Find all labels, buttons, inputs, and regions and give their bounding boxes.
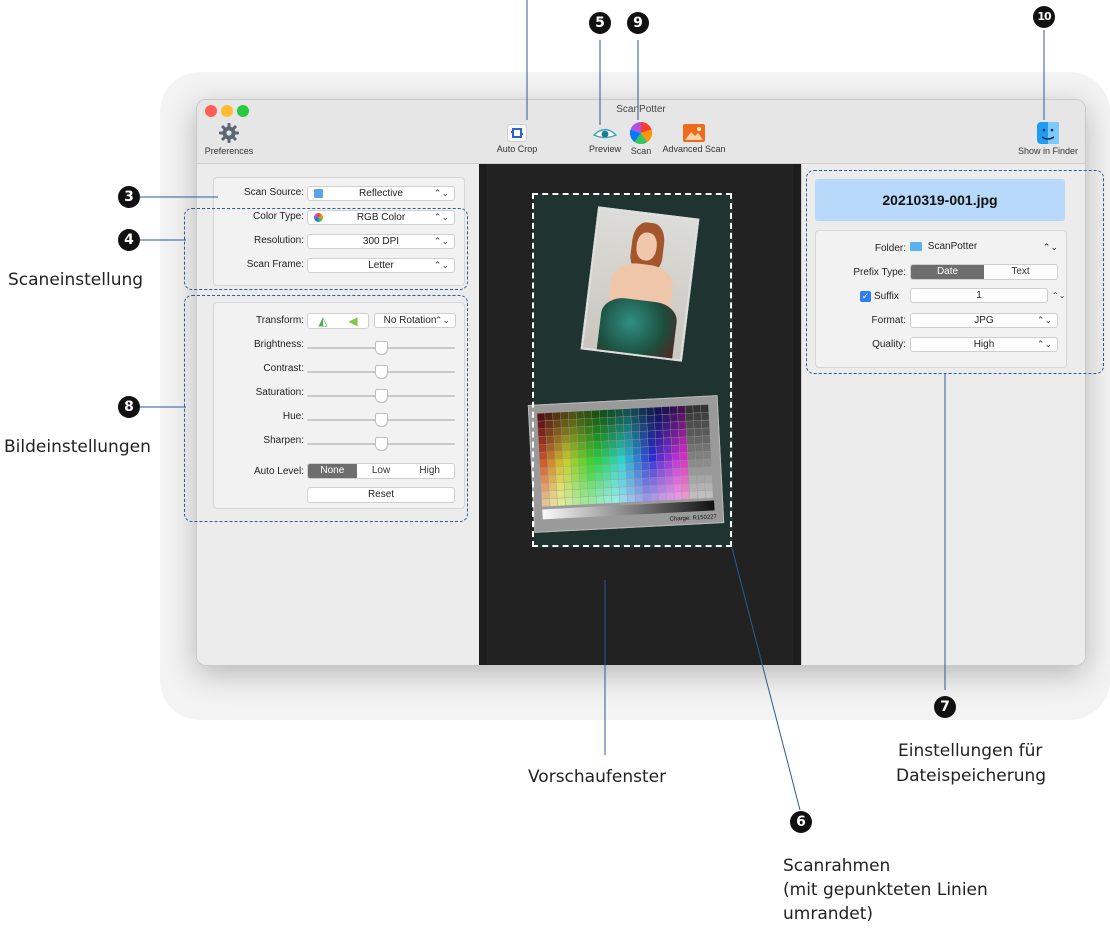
preview-button[interactable]: Preview [585, 124, 625, 154]
show-in-finder-button[interactable]: Show in Finder [1013, 122, 1083, 156]
scan-source-value: Reflective [359, 188, 403, 199]
gear-icon [219, 123, 239, 143]
preferences-label: Preferences [204, 146, 254, 156]
callout-number-8: 8 [118, 396, 140, 418]
caption-scan-frame-line2: (mit gepunkteten Linien [783, 880, 988, 900]
preview-label: Preview [588, 144, 621, 154]
image-settings-highlight [184, 295, 468, 522]
preview-window[interactable]: Charge: R150227 [479, 164, 801, 665]
callout-number-4: 4 [118, 229, 140, 251]
toolbar: ScanPotter Preferences Auto Crop Preview… [197, 100, 1085, 164]
scan-settings-highlight [184, 208, 468, 290]
caption-image-settings: Bildeinstellungen [4, 437, 151, 457]
auto-crop-label: Auto Crop [496, 144, 538, 154]
scan-source-popup[interactable]: Reflective ⌃⌄ [307, 186, 455, 201]
callout-number-9: 9 [627, 12, 649, 34]
preferences-button[interactable]: Preferences [201, 122, 257, 156]
scan-label: Scan [630, 146, 652, 156]
file-settings-highlight [806, 170, 1104, 374]
caption-scan-settings: Scaneinstellung [8, 270, 144, 290]
caption-preview-window: Vorschaufenster [528, 767, 667, 787]
document-icon [314, 189, 323, 198]
callout-number-5: 5 [589, 12, 611, 34]
show-in-finder-label: Show in Finder [1017, 146, 1079, 156]
photo-icon [683, 124, 705, 142]
chevron-updown-icon: ⌃⌄ [433, 188, 449, 198]
caption-scan-frame-line1: Scanrahmen [783, 856, 891, 876]
scan-button[interactable]: Scan [626, 122, 656, 156]
caption-scan-frame-line3: umrandet) [783, 904, 874, 924]
eye-icon [593, 128, 617, 139]
callout-number-10: 10 [1033, 6, 1055, 28]
advanced-scan-label: Advanced Scan [662, 144, 726, 154]
callout-number-6: 6 [790, 811, 812, 833]
scan-frame-overlay[interactable] [532, 193, 732, 547]
advanced-scan-button[interactable]: Advanced Scan [659, 124, 729, 154]
auto-crop-button[interactable]: Auto Crop [489, 124, 545, 154]
scan-source-label: Scan Source: [243, 187, 304, 198]
window-title: ScanPotter [616, 104, 666, 115]
color-wheel-icon [630, 122, 652, 144]
caption-file-saving-line1: Einstellungen für [898, 741, 1043, 761]
crop-icon [507, 124, 527, 142]
callout-number-3: 3 [118, 186, 140, 208]
callout-number-7: 7 [934, 696, 956, 718]
caption-file-saving-line2: Dateispeicherung [896, 766, 1047, 786]
finder-icon [1037, 122, 1059, 144]
